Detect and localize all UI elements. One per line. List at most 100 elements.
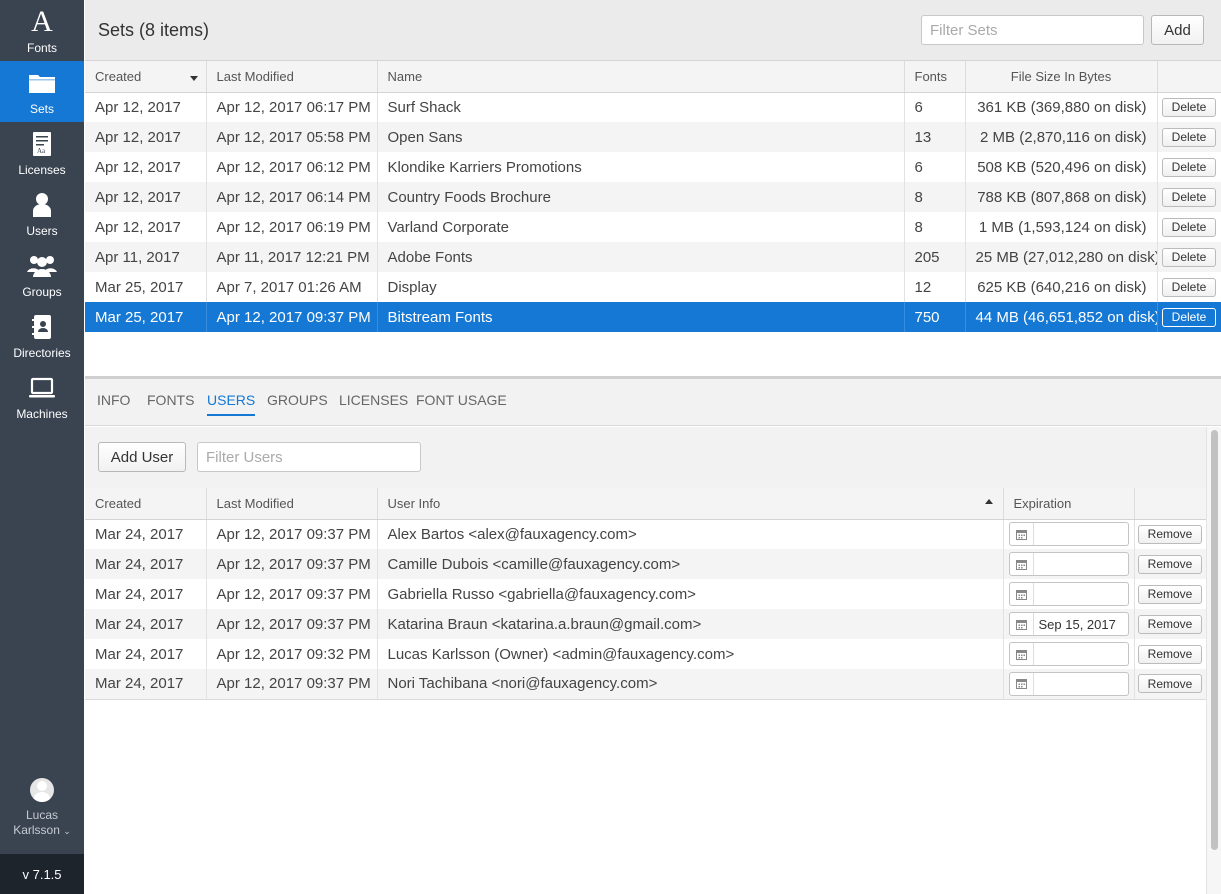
table-row[interactable]: Mar 24, 2017 Apr 12, 2017 09:37 PM Nori … <box>85 669 1207 699</box>
column-header-expiration[interactable]: Expiration <box>1003 488 1135 520</box>
sidebar: A Fonts Sets Aa Licenses Users Groups Di… <box>0 0 84 894</box>
user-menu[interactable]: Lucas Karlsson ⌄ <box>0 778 84 839</box>
cell-file-size: 788 KB (807,868 on disk) <box>965 182 1158 212</box>
calendar-icon[interactable] <box>1010 613 1034 635</box>
cell-created: Mar 24, 2017 <box>85 639 207 669</box>
delete-button[interactable]: Delete <box>1161 97 1217 117</box>
cell-created: Apr 12, 2017 <box>85 212 207 242</box>
table-row[interactable]: Apr 12, 2017 Apr 12, 2017 06:12 PM Klond… <box>85 152 1221 182</box>
column-header-name[interactable]: Name <box>377 61 905 93</box>
column-header-created[interactable]: Created <box>85 488 207 520</box>
expiration-date-input[interactable] <box>1033 643 1128 665</box>
table-row[interactable]: Apr 12, 2017 Apr 12, 2017 06:17 PM Surf … <box>85 92 1221 122</box>
column-header-last-modified[interactable]: Last Modified <box>206 488 378 520</box>
sidebar-item-directories[interactable]: Directories <box>0 305 84 366</box>
sidebar-item-fonts[interactable]: A Fonts <box>0 0 84 61</box>
column-header-fonts[interactable]: Fonts <box>904 61 966 93</box>
column-header-last-modified[interactable]: Last Modified <box>206 61 378 93</box>
column-header-user-info[interactable]: User Info <box>377 488 1004 520</box>
tab-licenses[interactable]: LICENSES <box>339 392 408 414</box>
version-label: v 7.1.5 <box>22 866 62 882</box>
expiration-date-field[interactable] <box>1008 552 1129 576</box>
table-row[interactable]: Mar 24, 2017 Apr 12, 2017 09:32 PM Lucas… <box>85 639 1207 669</box>
folder-icon <box>28 68 56 98</box>
table-row[interactable]: Mar 25, 2017 Apr 7, 2017 01:26 AM Displa… <box>85 272 1221 302</box>
remove-button[interactable]: Remove <box>1137 524 1203 544</box>
sidebar-item-licenses[interactable]: Aa Licenses <box>0 122 84 183</box>
table-row[interactable]: Mar 24, 2017 Apr 12, 2017 09:37 PM Gabri… <box>85 579 1207 609</box>
remove-button[interactable]: Remove <box>1137 644 1203 664</box>
delete-button[interactable]: Delete <box>1161 307 1217 327</box>
calendar-icon[interactable] <box>1010 643 1034 665</box>
cell-file-size: 625 KB (640,216 on disk) <box>965 272 1158 302</box>
delete-button[interactable]: Delete <box>1161 277 1217 297</box>
remove-button[interactable]: Remove <box>1137 674 1203 694</box>
cell-actions: Delete <box>1157 122 1221 152</box>
add-user-button[interactable]: Add User <box>98 442 186 472</box>
cell-actions: Delete <box>1157 152 1221 182</box>
remove-button[interactable]: Remove <box>1137 554 1203 574</box>
remove-button[interactable]: Remove <box>1137 584 1203 604</box>
expiration-date-field[interactable] <box>1008 612 1129 636</box>
sidebar-item-sets[interactable]: Sets <box>0 61 84 122</box>
cell-last-modified: Apr 12, 2017 05:58 PM <box>206 122 378 152</box>
column-header-file-size[interactable]: File Size In Bytes <box>965 61 1158 93</box>
cell-actions: Delete <box>1157 242 1221 272</box>
table-row[interactable]: Mar 24, 2017 Apr 12, 2017 09:37 PM Camil… <box>85 549 1207 579</box>
filter-sets-input[interactable] <box>921 15 1144 45</box>
cell-name: Country Foods Brochure <box>377 182 905 212</box>
delete-button[interactable]: Delete <box>1161 247 1217 267</box>
delete-button[interactable]: Delete <box>1161 157 1217 177</box>
expiration-date-input[interactable] <box>1033 672 1128 695</box>
calendar-icon[interactable] <box>1010 523 1034 546</box>
tab-info[interactable]: INFO <box>97 392 130 414</box>
tab-groups[interactable]: GROUPS <box>267 392 328 414</box>
expiration-date-field[interactable] <box>1008 671 1129 696</box>
filter-users-input[interactable] <box>197 442 421 472</box>
vertical-scrollbar[interactable] <box>1206 427 1221 894</box>
cell-name: Display <box>377 272 905 302</box>
expiration-date-field[interactable] <box>1008 582 1129 606</box>
expiration-date-field[interactable] <box>1008 522 1129 547</box>
tab-users[interactable]: USERS <box>207 392 256 416</box>
expiration-date-field[interactable] <box>1008 642 1129 666</box>
table-row-selected[interactable]: Mar 25, 2017 Apr 12, 2017 09:37 PM Bitst… <box>85 302 1221 332</box>
sidebar-item-groups[interactable]: Groups <box>0 244 84 305</box>
delete-button[interactable]: Delete <box>1161 217 1217 237</box>
cell-expiration <box>1003 639 1135 669</box>
chevron-down-icon: ⌄ <box>63 826 71 836</box>
sidebar-item-users[interactable]: Users <box>0 183 84 244</box>
tab-font-usage[interactable]: FONT USAGE <box>416 392 507 414</box>
calendar-icon[interactable] <box>1010 583 1034 605</box>
table-row[interactable]: Apr 11, 2017 Apr 11, 2017 12:21 PM Adobe… <box>85 242 1221 272</box>
cell-last-modified: Apr 12, 2017 09:37 PM <box>206 549 378 579</box>
sidebar-item-label: Groups <box>22 285 62 299</box>
delete-button[interactable]: Delete <box>1161 127 1217 147</box>
table-row[interactable]: Apr 12, 2017 Apr 12, 2017 05:58 PM Open … <box>85 122 1221 152</box>
delete-button[interactable]: Delete <box>1161 187 1217 207</box>
column-header-created[interactable]: Created <box>85 61 207 93</box>
cell-fonts: 8 <box>904 182 966 212</box>
table-row[interactable]: Apr 12, 2017 Apr 12, 2017 06:14 PM Count… <box>85 182 1221 212</box>
table-row[interactable]: Apr 12, 2017 Apr 12, 2017 06:19 PM Varla… <box>85 212 1221 242</box>
remove-button[interactable]: Remove <box>1137 614 1203 634</box>
cell-name: Bitstream Fonts <box>377 302 905 332</box>
tab-fonts[interactable]: FONTS <box>147 392 194 414</box>
cell-actions: Remove <box>1134 609 1207 639</box>
calendar-icon[interactable] <box>1010 553 1034 575</box>
expiration-date-input[interactable] <box>1033 583 1128 605</box>
table-row[interactable]: Mar 24, 2017 Apr 12, 2017 09:37 PM Katar… <box>85 609 1207 639</box>
sidebar-item-machines[interactable]: Machines <box>0 366 84 427</box>
cell-user-info: Nori Tachibana <nori@fauxagency.com> <box>377 669 1004 699</box>
scrollbar-thumb[interactable] <box>1211 430 1218 850</box>
table-row[interactable]: Mar 24, 2017 Apr 12, 2017 09:37 PM Alex … <box>85 519 1207 549</box>
cell-fonts: 205 <box>904 242 966 272</box>
cell-created: Apr 11, 2017 <box>85 242 207 272</box>
expiration-date-input[interactable] <box>1033 553 1128 575</box>
cell-actions: Remove <box>1134 549 1207 579</box>
expiration-date-input[interactable] <box>1033 613 1128 635</box>
expiration-date-input[interactable] <box>1033 523 1128 546</box>
calendar-icon[interactable] <box>1010 672 1034 695</box>
table-header-row: Created Last Modified User Info Expirati… <box>85 488 1207 520</box>
add-set-button[interactable]: Add <box>1151 15 1204 45</box>
